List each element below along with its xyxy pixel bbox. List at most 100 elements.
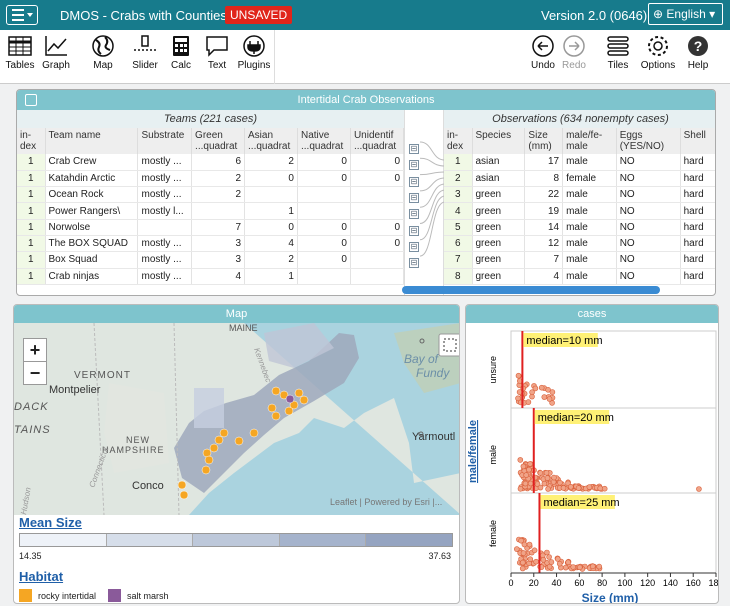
data-point[interactable] bbox=[538, 384, 545, 391]
options-button[interactable]: Options bbox=[639, 34, 677, 71]
data-point[interactable] bbox=[525, 399, 532, 405]
table-row[interactable]: 1 asian 17 male NO hard bbox=[444, 154, 715, 171]
data-point[interactable] bbox=[541, 480, 548, 487]
table-cell[interactable]: male bbox=[562, 219, 617, 236]
table-cell[interactable]: 2 bbox=[244, 251, 298, 269]
table-cell[interactable]: mostly ... bbox=[137, 154, 193, 171]
table-cell[interactable]: mostly ... bbox=[137, 186, 193, 204]
data-point[interactable] bbox=[517, 486, 524, 492]
data-point[interactable] bbox=[521, 541, 528, 548]
table-cell[interactable]: 4 bbox=[444, 202, 473, 220]
table-cell[interactable]: 0 bbox=[244, 219, 298, 236]
table-cell[interactable] bbox=[297, 202, 351, 220]
graph-canvas[interactable]: male/female Size (mm) median=10 mm unsure… bbox=[466, 323, 719, 604]
table-cell[interactable]: 0 bbox=[297, 170, 351, 188]
data-point[interactable] bbox=[556, 560, 563, 567]
column-header[interactable]: Species bbox=[472, 128, 526, 154]
table-cell[interactable]: mostly l... bbox=[137, 202, 193, 220]
column-header[interactable]: Size (mm) bbox=[524, 128, 564, 154]
table-cell[interactable]: Crab Crew bbox=[45, 154, 139, 171]
data-point[interactable] bbox=[527, 461, 533, 467]
table-cell[interactable]: Norwolse bbox=[45, 219, 139, 236]
table-cell[interactable] bbox=[350, 202, 405, 220]
data-point[interactable] bbox=[526, 466, 532, 473]
table-cell[interactable]: mostly ... bbox=[137, 170, 193, 188]
map-point[interactable] bbox=[285, 394, 295, 404]
tiles-button[interactable]: Tiles bbox=[604, 34, 632, 71]
graph-button[interactable]: Graph bbox=[40, 34, 72, 71]
table-cell[interactable]: 0 bbox=[350, 170, 405, 188]
table-row[interactable]: 1 The BOX SQUAD mostly ... 3 4 0 0 bbox=[17, 235, 405, 253]
table-cell[interactable]: 1 bbox=[17, 202, 46, 220]
table-cell[interactable]: hard bbox=[680, 219, 715, 236]
table-row[interactable]: 1 Katahdin Arctic mostly ... 2 0 0 0 bbox=[17, 170, 405, 188]
collapse-group-button[interactable]: ⊟ bbox=[409, 176, 419, 187]
table-cell[interactable]: Crab ninjas bbox=[45, 268, 139, 285]
map-point[interactable] bbox=[219, 428, 229, 438]
legend-habitat-title[interactable]: Habitat bbox=[19, 569, 63, 584]
data-point[interactable] bbox=[586, 484, 593, 490]
group-label[interactable]: male bbox=[488, 445, 498, 465]
data-point[interactable] bbox=[541, 394, 548, 400]
table-cell[interactable]: hard bbox=[680, 186, 715, 204]
collapse-group-button[interactable]: ⊟ bbox=[409, 209, 419, 220]
table-cell[interactable]: 1 bbox=[17, 154, 46, 171]
help-button[interactable]: ? Help bbox=[684, 34, 712, 71]
table-title-bar[interactable]: Intertidal Crab Observations bbox=[17, 90, 715, 110]
collapse-group-button[interactable]: ⊟ bbox=[409, 258, 419, 269]
table-cell[interactable]: green bbox=[472, 186, 526, 204]
map-title[interactable]: Map bbox=[14, 305, 459, 323]
map-point[interactable] bbox=[234, 436, 244, 446]
data-point[interactable] bbox=[519, 565, 526, 572]
table-cell[interactable]: 3 bbox=[191, 251, 246, 269]
table-cell[interactable]: male bbox=[562, 202, 617, 220]
table-cell[interactable]: NO bbox=[616, 202, 681, 220]
table-cell[interactable]: 1 bbox=[17, 170, 46, 188]
table-cell[interactable]: 1 bbox=[244, 202, 298, 220]
habitat-legend-item[interactable]: salt marsh bbox=[108, 589, 169, 602]
hamburger-menu-button[interactable] bbox=[6, 5, 38, 25]
table-cell[interactable]: green bbox=[472, 235, 526, 253]
table-cell[interactable]: NO bbox=[616, 235, 681, 253]
column-header[interactable]: Native ...quadrat bbox=[297, 128, 351, 154]
table-cell[interactable]: 3 bbox=[444, 186, 473, 204]
table-cell[interactable]: Power Rangers\ bbox=[45, 202, 139, 220]
column-header[interactable]: Substrate bbox=[137, 128, 193, 154]
table-cell[interactable]: 2 bbox=[191, 170, 246, 188]
data-point[interactable] bbox=[537, 484, 544, 491]
table-cell[interactable]: hard bbox=[680, 202, 715, 220]
table-cell[interactable]: 1 bbox=[244, 268, 298, 285]
column-header[interactable]: Green ...quadrat bbox=[191, 128, 246, 154]
x-axis-attribute-label[interactable]: Size (mm) bbox=[582, 591, 639, 604]
table-cell[interactable]: 2 bbox=[444, 170, 473, 188]
table-cell[interactable]: Ocean Rock bbox=[45, 186, 139, 204]
table-cell[interactable]: 1 bbox=[17, 235, 46, 253]
table-cell[interactable]: 0 bbox=[297, 251, 351, 269]
data-point[interactable] bbox=[546, 563, 553, 570]
table-cell[interactable]: green bbox=[472, 268, 526, 285]
plugins-button[interactable]: Plugins bbox=[237, 34, 271, 71]
map-point[interactable] bbox=[299, 395, 309, 405]
column-header[interactable]: in- dex bbox=[444, 128, 473, 154]
table-cell[interactable]: green bbox=[472, 202, 526, 220]
table-cell[interactable]: hard bbox=[680, 154, 715, 171]
column-header[interactable]: Asian ...quadrat bbox=[244, 128, 298, 154]
map-point[interactable] bbox=[204, 455, 214, 465]
marquee-select-button[interactable] bbox=[438, 333, 460, 357]
table-cell[interactable]: 2 bbox=[244, 154, 298, 171]
data-point[interactable] bbox=[526, 541, 533, 548]
table-row[interactable]: 1 Norwolse 7 0 0 0 bbox=[17, 219, 405, 236]
column-header[interactable]: in- dex bbox=[17, 128, 46, 154]
collapse-group-button[interactable]: ⊟ bbox=[409, 192, 419, 203]
data-point[interactable] bbox=[555, 556, 561, 562]
table-cell[interactable]: asian bbox=[472, 154, 526, 171]
table-cell[interactable]: 0 bbox=[297, 235, 351, 253]
table-cell[interactable]: male bbox=[562, 154, 617, 171]
data-point[interactable] bbox=[520, 463, 527, 470]
table-cell[interactable]: The BOX SQUAD bbox=[45, 235, 139, 253]
table-cell[interactable] bbox=[350, 251, 405, 269]
table-row[interactable]: 2 asian 8 female NO hard bbox=[444, 170, 715, 188]
map-point[interactable] bbox=[294, 388, 304, 398]
table-cell[interactable]: 3 bbox=[191, 235, 246, 253]
collapse-group-button[interactable]: ⊟ bbox=[409, 160, 419, 171]
